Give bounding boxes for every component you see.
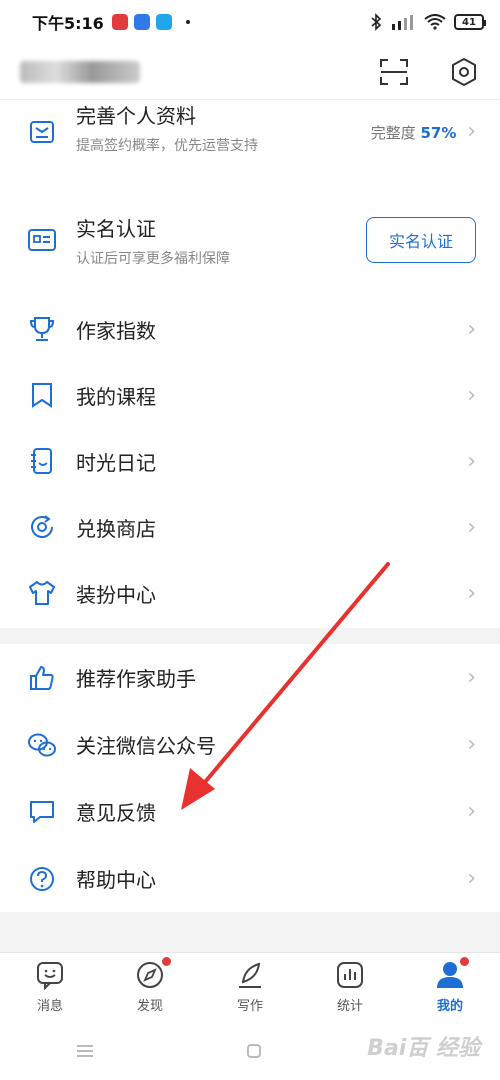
pen-icon: [234, 959, 266, 991]
notification-badge: [162, 957, 171, 966]
help-icon: [24, 861, 60, 897]
battery-indicator: 41: [454, 14, 486, 30]
progress-value: 57%: [420, 123, 457, 142]
watermark: Bai百 经验: [367, 1036, 480, 1061]
menu-item-feedback[interactable]: 意见反馈 ›: [0, 778, 500, 845]
profile-card-icon: [24, 113, 60, 149]
menu-item-time-diary[interactable]: 时光日记 ›: [0, 428, 500, 494]
tab-label: 我的: [436, 999, 463, 1014]
thumbs-up-icon: [24, 660, 60, 696]
profile-completion-row[interactable]: 完善个人资料 提高签约概率，优先运营支持 完整度 57% ›: [0, 100, 500, 162]
menu-item-label: 帮助中心: [76, 868, 156, 892]
exchange-icon: [24, 509, 60, 545]
more-notifications-icon: [185, 20, 190, 24]
chevron-right-icon: ›: [467, 665, 476, 690]
recent-apps-button[interactable]: [77, 1045, 93, 1057]
blurred-username: [20, 60, 140, 83]
chevron-right-icon: ›: [467, 732, 476, 757]
feedback-icon: [24, 794, 60, 830]
verify-subtitle: 认证后可享更多福利保障: [76, 250, 230, 267]
tab-label: 写作: [236, 999, 263, 1014]
tab-label: 发现: [136, 999, 163, 1014]
real-name-verification-row: 实名认证 认证后可享更多福利保障 实名认证: [0, 204, 500, 276]
bottom-tab-bar: 消息 发现 写作 统计 我的: [0, 952, 500, 1022]
status-indicators: 41: [370, 13, 486, 31]
message-icon: [34, 959, 66, 991]
menu-item-dress-up-center[interactable]: 装扮中心 ›: [0, 560, 500, 626]
section-divider: [0, 628, 500, 644]
profile-title: 完善个人资料: [76, 103, 196, 128]
wifi-icon: [424, 14, 446, 30]
menu-item-writer-index[interactable]: 作家指数 ›: [0, 296, 500, 362]
chevron-right-icon: ›: [467, 580, 476, 606]
chevron-right-icon: ›: [467, 316, 476, 342]
tab-mine[interactable]: 我的: [400, 953, 500, 1022]
chat-app-icon: [155, 14, 172, 30]
chevron-right-icon: ›: [467, 866, 476, 891]
tab-discover[interactable]: 发现: [100, 953, 200, 1022]
menu-item-label: 兑换商店: [76, 516, 156, 541]
diary-icon: [24, 443, 60, 479]
verify-title: 实名认证: [76, 216, 156, 241]
chevron-right-icon: ›: [467, 799, 476, 824]
settings-button[interactable]: [448, 56, 480, 88]
home-button[interactable]: [247, 1044, 261, 1058]
menu-item-label: 推荐作家助手: [76, 667, 196, 691]
verify-button[interactable]: 实名认证: [366, 217, 476, 263]
bottom-spacer: [0, 912, 500, 952]
status-bar: 下午5:16 41: [0, 0, 500, 44]
tab-messages[interactable]: 消息: [0, 953, 100, 1022]
menu-item-label: 作家指数: [76, 318, 156, 343]
menu-item-my-courses[interactable]: 我的课程 ›: [0, 362, 500, 428]
wechat-icon: [24, 727, 60, 763]
chevron-right-icon: ›: [467, 448, 476, 474]
profile-subtitle: 提高签约概率，优先运营支持: [76, 137, 258, 154]
menu-item-label: 我的课程: [76, 384, 156, 409]
menu-item-label: 关注微信公众号: [76, 734, 216, 758]
progress-label: 完整度: [370, 123, 416, 142]
notification-badge: [460, 957, 469, 966]
menu-item-recommend-app[interactable]: 推荐作家助手 ›: [0, 644, 500, 711]
bluetooth-icon: [371, 13, 382, 31]
notification-app-icon: [111, 14, 128, 30]
scan-button[interactable]: [378, 56, 410, 88]
tshirt-icon: [24, 575, 60, 611]
page-header: [0, 44, 500, 100]
menu-item-exchange-store[interactable]: 兑换商店 ›: [0, 494, 500, 560]
compass-icon: [134, 959, 166, 991]
chart-icon: [334, 959, 366, 991]
tab-write[interactable]: 写作: [200, 953, 300, 1022]
scan-icon: [380, 58, 408, 85]
chevron-right-icon: ›: [467, 382, 476, 408]
menu-item-help-center[interactable]: 帮助中心 ›: [0, 845, 500, 912]
bluetooth-app-icon: [133, 14, 150, 30]
chevron-right-icon: ›: [467, 514, 476, 540]
tab-label: 消息: [36, 999, 63, 1014]
menu-item-label: 装扮中心: [76, 582, 156, 607]
gear-icon: [452, 57, 476, 86]
trophy-icon: [24, 311, 60, 347]
profile-progress: 完整度 57% ›: [371, 119, 476, 144]
tab-statistics[interactable]: 统计: [300, 953, 400, 1022]
menu-item-label: 意见反馈: [76, 801, 156, 825]
status-time: 下午5:16: [32, 14, 104, 33]
bookmark-icon: [24, 377, 60, 413]
menu-item-follow-wechat[interactable]: 关注微信公众号 ›: [0, 711, 500, 778]
chevron-right-icon: ›: [467, 118, 476, 144]
id-card-icon: [24, 222, 60, 258]
signal-icon: [392, 15, 413, 30]
menu-item-label: 时光日记: [76, 450, 156, 475]
tab-label: 统计: [336, 999, 363, 1014]
